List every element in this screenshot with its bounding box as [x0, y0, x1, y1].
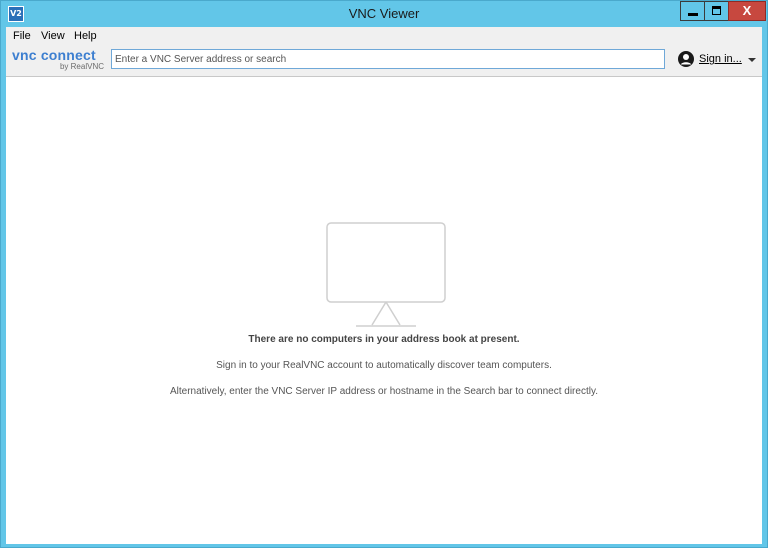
app-window: V2 VNC Viewer X File View Help vnc conne… [0, 0, 768, 548]
empty-state-search-hint: Alternatively, enter the VNC Server IP a… [170, 386, 598, 397]
vnc-connect-logo: vnc connect by RealVNC [12, 47, 104, 73]
menu-bar: File View Help [6, 27, 762, 45]
window-title: VNC Viewer [348, 6, 420, 21]
close-icon: X [742, 3, 752, 18]
client-area: File View Help vnc connect by RealVNC Si… [6, 27, 762, 544]
minimize-button[interactable] [680, 1, 705, 21]
title-bar[interactable]: V2 VNC Viewer X [1, 1, 767, 27]
sign-in-label: Sign in... [699, 53, 742, 65]
menu-help[interactable]: Help [74, 30, 97, 42]
menu-file[interactable]: File [13, 30, 31, 42]
empty-state-signin-hint: Sign in to your RealVNC account to autom… [216, 360, 552, 371]
logo-byline: by RealVNC [59, 62, 104, 71]
logo-wordmark: vnc connect [12, 47, 96, 63]
maximize-button[interactable] [704, 1, 729, 21]
close-button[interactable]: X [728, 1, 766, 21]
user-icon [678, 51, 694, 67]
monitor-icon [326, 222, 446, 327]
sign-in-button[interactable]: Sign in... [678, 49, 760, 71]
empty-state-heading: There are no computers in your address b… [248, 334, 520, 345]
menu-view[interactable]: View [41, 30, 65, 42]
search-input[interactable] [111, 49, 665, 69]
chevron-down-icon[interactable] [748, 58, 756, 62]
toolbar: vnc connect by RealVNC Sign in... [6, 45, 762, 77]
